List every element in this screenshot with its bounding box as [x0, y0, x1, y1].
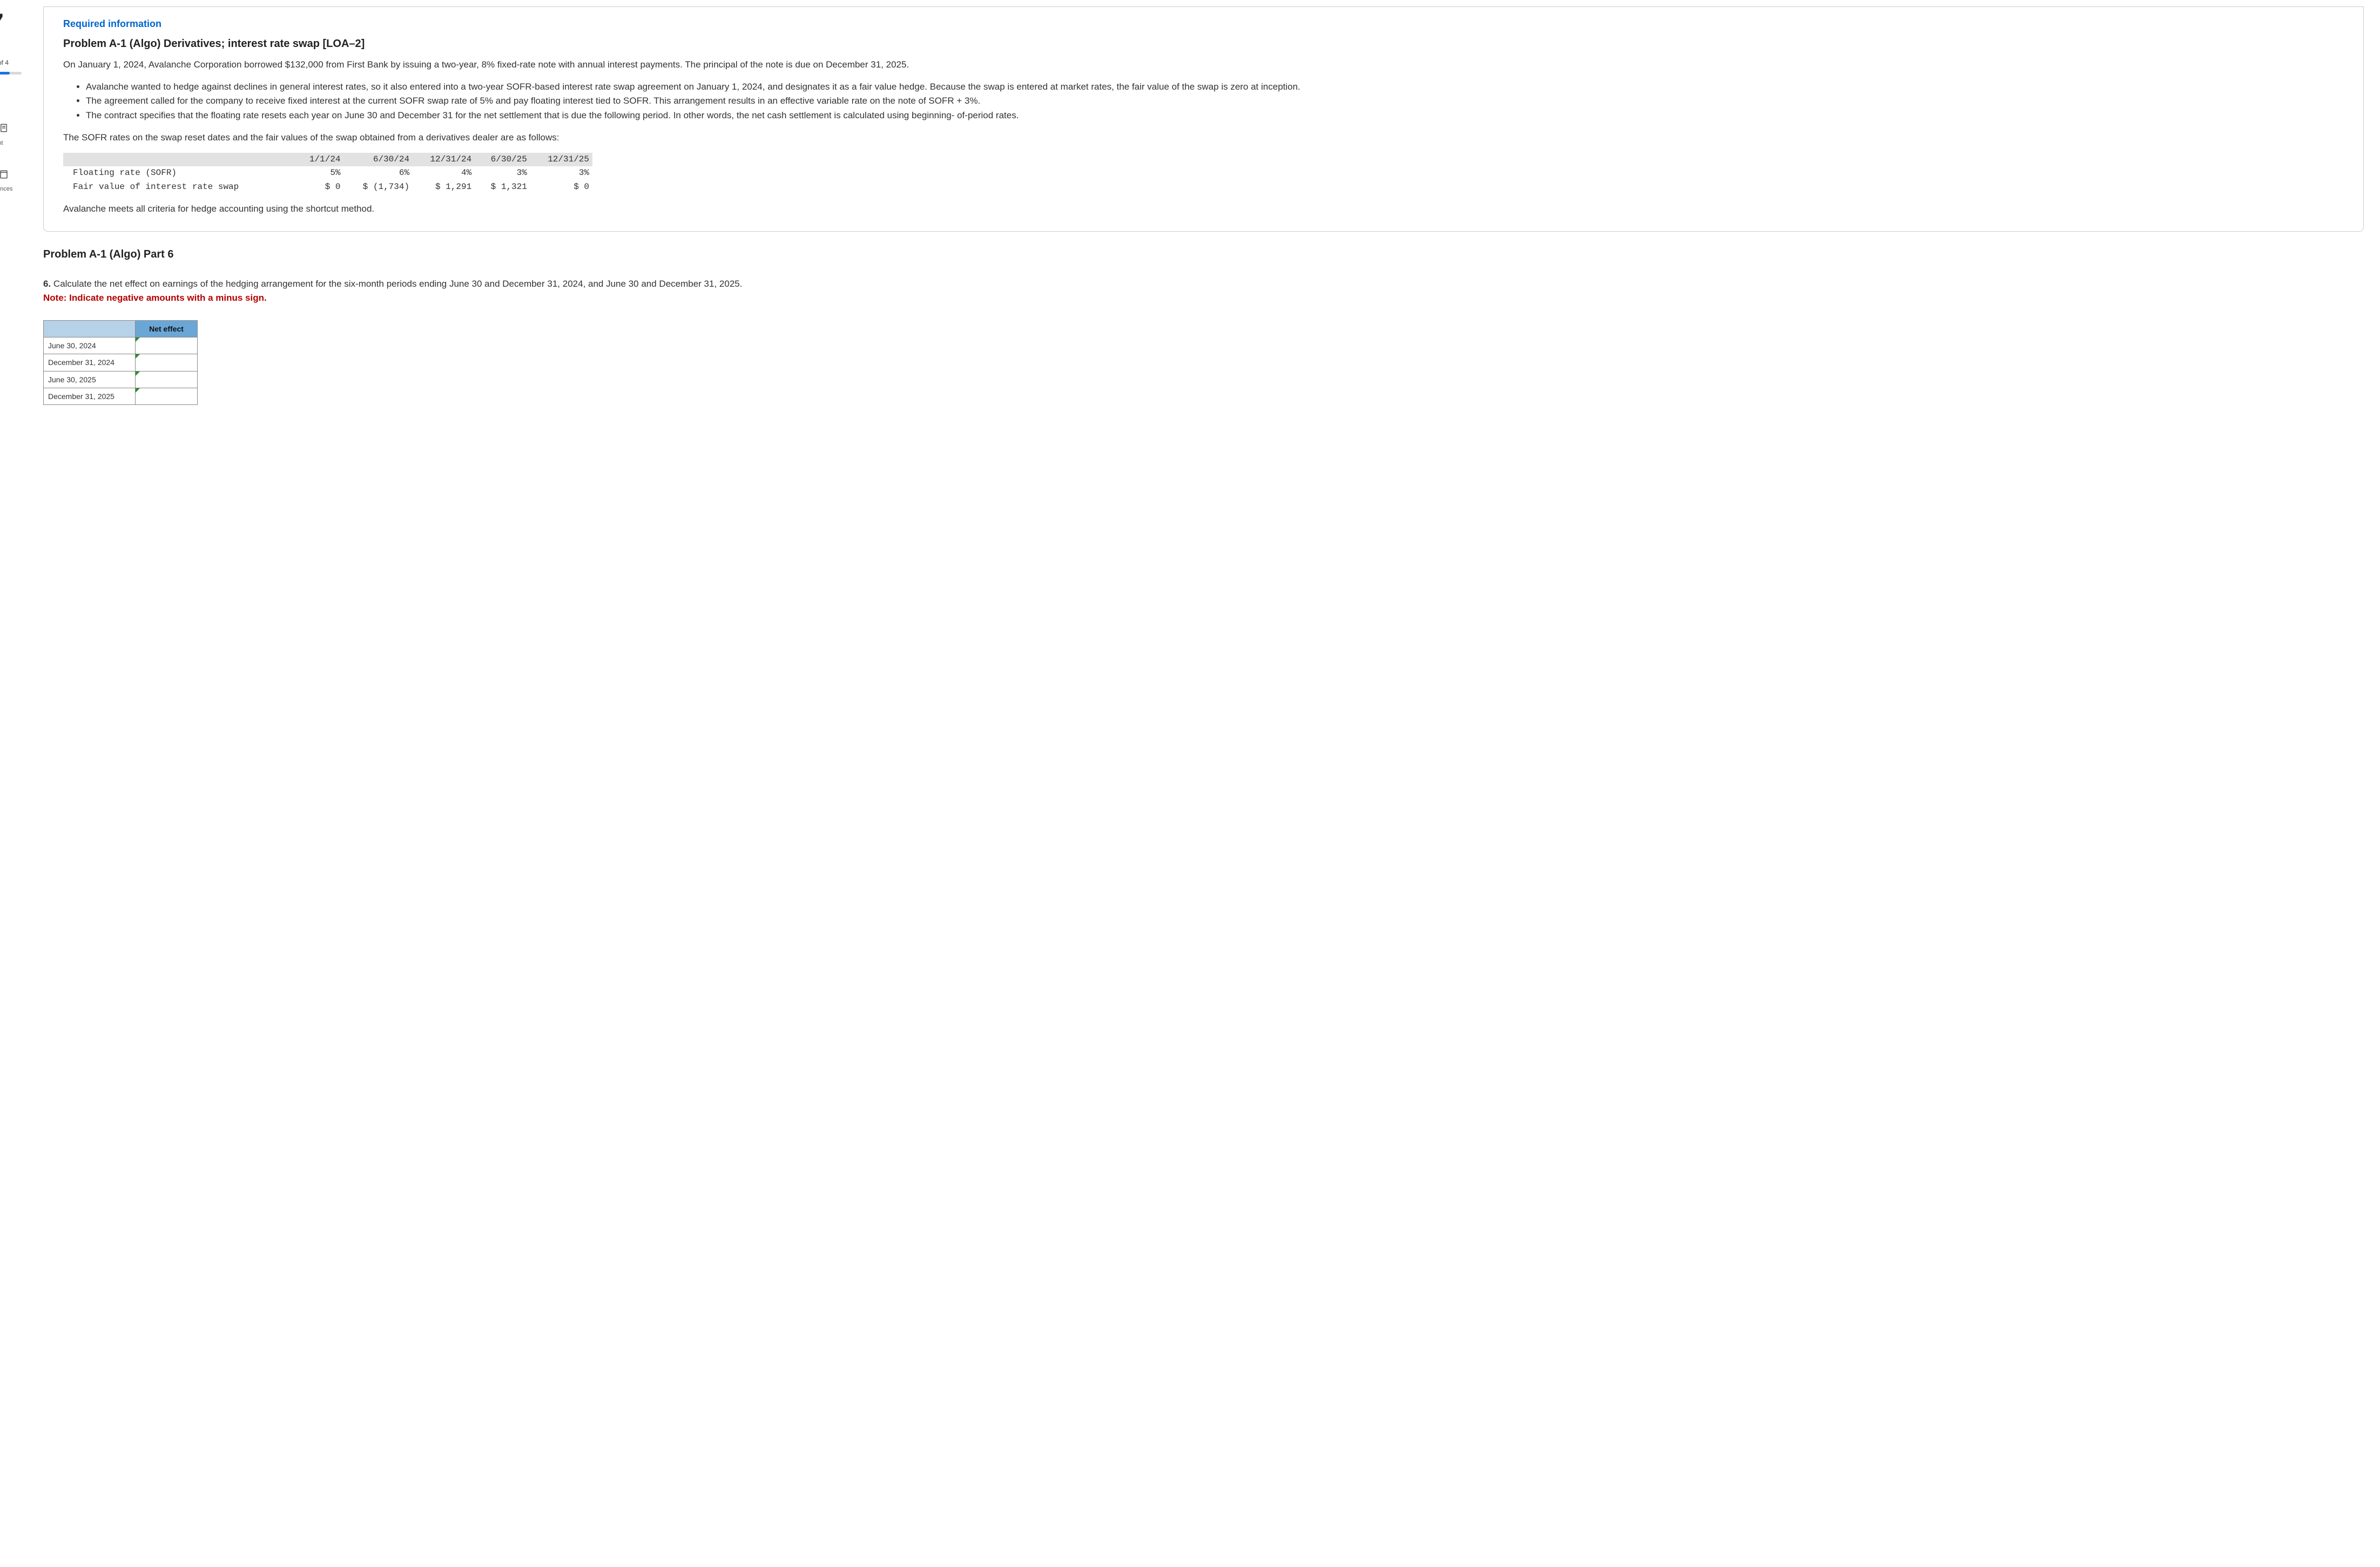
- question-count-label: of 4: [0, 58, 27, 67]
- question-text: 6. Calculate the net effect on earnings …: [43, 278, 2364, 291]
- question-number-inline: 6.: [43, 279, 51, 289]
- cell: 3%: [530, 166, 592, 180]
- answer-input-cell[interactable]: [136, 371, 198, 388]
- part-title: Problem A-1 (Algo) Part 6: [43, 247, 2364, 262]
- problem-title: Problem A-1 (Algo) Derivatives; interest…: [63, 36, 2344, 52]
- cell: 6%: [344, 166, 413, 180]
- cell: 5%: [295, 166, 343, 180]
- problem-bullets: Avalanche wanted to hedge against declin…: [86, 80, 2344, 123]
- net-effect-input[interactable]: [136, 339, 197, 353]
- sofr-data-table: 1/1/24 6/30/24 12/31/24 6/30/25 12/31/25…: [63, 153, 592, 194]
- cell: $ (1,734): [344, 180, 413, 194]
- problem-intro: On January 1, 2024, Avalanche Corporatio…: [63, 58, 2344, 72]
- references-icon[interactable]: [0, 170, 27, 182]
- answer-row-label: June 30, 2025: [44, 371, 136, 388]
- hint-label: int: [0, 139, 27, 148]
- date-header: 12/31/25: [530, 153, 592, 166]
- date-header: 12/31/24: [413, 153, 475, 166]
- answer-input-cell[interactable]: [136, 337, 198, 354]
- bullet-item: Avalanche wanted to hedge against declin…: [86, 80, 2344, 94]
- net-effect-input[interactable]: [136, 373, 197, 387]
- answer-row: June 30, 2024: [44, 337, 198, 354]
- net-effect-input[interactable]: [136, 356, 197, 370]
- date-header: 1/1/24: [295, 153, 343, 166]
- answer-row: December 31, 2024: [44, 354, 198, 371]
- table-row: Floating rate (SOFR) 5% 6% 4% 3% 3%: [63, 166, 592, 180]
- required-info-heading: Required information: [63, 17, 2344, 31]
- answer-row: June 30, 2025: [44, 371, 198, 388]
- answer-corner-header: [44, 320, 136, 337]
- progress-bar: [0, 72, 22, 75]
- date-header: 6/30/25: [475, 153, 530, 166]
- answer-input-cell[interactable]: [136, 388, 198, 404]
- cell: $ 1,291: [413, 180, 475, 194]
- table-intro: The SOFR rates on the swap reset dates a…: [63, 131, 2344, 145]
- date-header: 6/30/24: [344, 153, 413, 166]
- answer-row: December 31, 2025: [44, 388, 198, 404]
- cell: 3%: [475, 166, 530, 180]
- row-label: Fair value of interest rate swap: [63, 180, 295, 194]
- question-number: 7: [0, 11, 27, 37]
- instruction-note: Note: Indicate negative amounts with a m…: [43, 292, 2364, 305]
- hint-icon[interactable]: [0, 123, 27, 136]
- table-row: Fair value of interest rate swap $ 0 $ (…: [63, 180, 592, 194]
- bullet-item: The contract specifies that the floating…: [86, 109, 2344, 123]
- cell: $ 1,321: [475, 180, 530, 194]
- cell: $ 0: [530, 180, 592, 194]
- references-label: ences: [0, 185, 27, 194]
- question-sidebar: 7 of 4 int ences: [0, 0, 27, 1567]
- required-info-card: Required information Problem A-1 (Algo) …: [43, 6, 2364, 232]
- input-marker-icon: [136, 372, 140, 376]
- net-effect-input[interactable]: [136, 389, 197, 403]
- input-marker-icon: [136, 337, 140, 342]
- table-header-row: 1/1/24 6/30/24 12/31/24 6/30/25 12/31/25: [63, 153, 592, 166]
- card-footer-note: Avalanche meets all criteria for hedge a…: [63, 202, 2344, 216]
- cell: 4%: [413, 166, 475, 180]
- answer-input-cell[interactable]: [136, 354, 198, 371]
- input-marker-icon: [136, 354, 140, 359]
- answer-row-label: June 30, 2024: [44, 337, 136, 354]
- main-content: Required information Problem A-1 (Algo) …: [27, 0, 2380, 1567]
- question-body: Calculate the net effect on earnings of …: [51, 279, 742, 289]
- answer-row-label: December 31, 2025: [44, 388, 136, 404]
- input-marker-icon: [136, 388, 140, 393]
- cell: $ 0: [295, 180, 343, 194]
- answer-col-header: Net effect: [136, 320, 198, 337]
- answer-table: Net effect June 30, 2024 December 31, 20…: [43, 320, 198, 405]
- bullet-item: The agreement called for the company to …: [86, 94, 2344, 108]
- row-label: Floating rate (SOFR): [63, 166, 295, 180]
- answer-row-label: December 31, 2024: [44, 354, 136, 371]
